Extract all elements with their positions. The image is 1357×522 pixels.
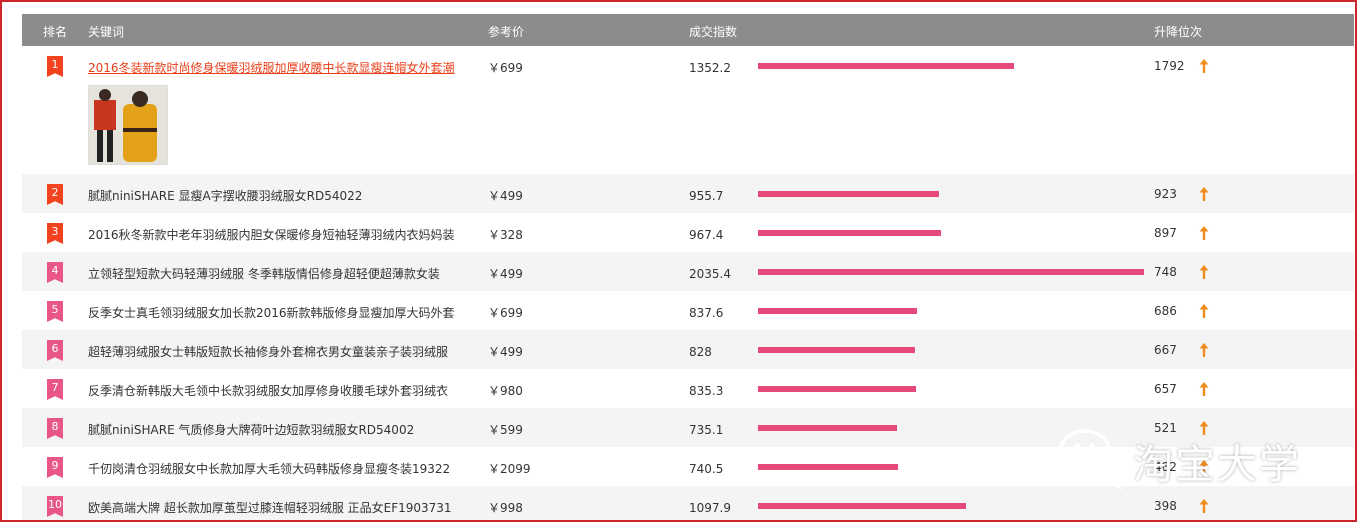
rank-change-value: 686 [1154, 304, 1177, 318]
rank-change-value: 398 [1154, 499, 1177, 513]
rank-badge: 3 [47, 223, 63, 244]
arrow-up-icon [1199, 382, 1209, 396]
price-value: ￥699 [488, 306, 523, 320]
price-value: ￥499 [488, 189, 523, 203]
deal-index-value: 740.5 [689, 462, 724, 476]
price-value: ￥499 [488, 267, 523, 281]
price-value: ￥998 [488, 501, 523, 515]
table-row: 7 反季清仓新韩版大毛领中长款羽绒服女加厚修身收腰毛球外套羽绒衣 ￥980 835.3… [22, 369, 1354, 408]
rank-change-value: 657 [1154, 382, 1177, 396]
keyword-link[interactable]: 超轻薄羽绒服女士韩版短款长袖修身外套棉衣男女童装亲子装羽绒服 [88, 343, 448, 360]
deal-index-bar [758, 63, 1014, 69]
table-row: 2 腻腻niniSHARE 显瘦A字摆收腰羽绒服女RD54022 ￥499 955.7… [22, 174, 1354, 213]
deal-index-bar [758, 386, 916, 392]
deal-index-value: 967.4 [689, 228, 724, 242]
deal-index-bar [758, 230, 941, 236]
keyword-link[interactable]: 腻腻niniSHARE 显瘦A字摆收腰羽绒服女RD54022 [88, 187, 362, 204]
table-row: 4 立领轻型短款大码轻薄羽绒服 冬季韩版情侣修身超轻便超薄款女装 ￥499 2035.… [22, 252, 1354, 291]
arrow-up-icon [1199, 304, 1209, 318]
header-deal-index: 成交指数 [689, 25, 738, 39]
price-value: ￥499 [488, 345, 523, 359]
arrow-up-icon [1199, 460, 1209, 474]
keyword-link[interactable]: 欧美高端大牌 超长款加厚茧型过膝连帽轻羽绒服 正品女EF1903731 [88, 499, 452, 516]
rank-badge: 6 [47, 340, 63, 361]
deal-index-value: 735.1 [689, 423, 724, 437]
rank-badge: 2 [47, 184, 63, 205]
keyword-link[interactable]: 立领轻型短款大码轻薄羽绒服 冬季韩版情侣修身超轻便超薄款女装 [88, 265, 440, 282]
rank-badge: 7 [47, 379, 63, 400]
table-row: 6 超轻薄羽绒服女士韩版短款长袖修身外套棉衣男女童装亲子装羽绒服 ￥499 828 66… [22, 330, 1354, 369]
table-body: 1 2016冬装新款时尚修身保暖羽绒服加厚收腰中长款显瘦连帽女外套潮 ￥699 135… [22, 46, 1354, 520]
table-header: 排名 关键词 参考价 成交指数 升降位次 [22, 14, 1354, 46]
deal-index-value: 837.6 [689, 306, 724, 320]
table-row: 8 腻腻niniSHARE 气质修身大牌荷叶边短款羽绒服女RD54002 ￥599 7… [22, 408, 1354, 447]
product-thumbnail[interactable] [88, 85, 168, 165]
deal-index-bar [758, 425, 897, 431]
deal-index-bar [758, 503, 966, 509]
rank-change-value: 748 [1154, 265, 1177, 279]
ranking-table: 排名 关键词 参考价 成交指数 升降位次 1 2016冬装新款时尚修身保暖羽绒服加… [22, 14, 1354, 520]
price-value: ￥980 [488, 384, 523, 398]
table-row: 1 2016冬装新款时尚修身保暖羽绒服加厚收腰中长款显瘦连帽女外套潮 ￥699 135… [22, 46, 1354, 174]
price-value: ￥699 [488, 61, 523, 75]
deal-index-bar [758, 347, 915, 353]
deal-index-value: 1352.2 [689, 61, 731, 75]
keyword-link[interactable]: 2016冬装新款时尚修身保暖羽绒服加厚收腰中长款显瘦连帽女外套潮 [88, 59, 455, 76]
header-keyword: 关键词 [88, 25, 125, 39]
keyword-link[interactable]: 千仞岗清仓羽绒服女中长款加厚大毛领大码韩版修身显瘦冬装19322 [88, 460, 450, 477]
deal-index-value: 1097.9 [689, 501, 731, 515]
rank-badge: 5 [47, 301, 63, 322]
deal-index-value: 2035.4 [689, 267, 731, 281]
rank-badge: 8 [47, 418, 63, 439]
table-row: 5 反季女士真毛领羽绒服女加长款2016新款韩版修身显瘦加厚大码外套 ￥699 837… [22, 291, 1354, 330]
price-value: ￥328 [488, 228, 523, 242]
table-row: 3 2016秋冬新款中老年羽绒服内胆女保暖修身短袖轻薄羽绒内衣妈妈装 ￥328 967… [22, 213, 1354, 252]
deal-index-value: 828 [689, 345, 712, 359]
deal-index-bar [758, 269, 1144, 275]
arrow-up-icon [1199, 421, 1209, 435]
deal-index-bar [758, 308, 917, 314]
rank-badge: 4 [47, 262, 63, 283]
arrow-up-icon [1199, 187, 1209, 201]
table-row: 9 千仞岗清仓羽绒服女中长款加厚大毛领大码韩版修身显瘦冬装19322 ￥2099 74… [22, 447, 1354, 486]
arrow-up-icon [1199, 226, 1209, 240]
rank-badge: 9 [47, 457, 63, 478]
arrow-up-icon [1199, 499, 1209, 513]
deal-index-bar [758, 464, 898, 470]
arrow-up-icon [1199, 265, 1209, 279]
price-value: ￥599 [488, 423, 523, 437]
rank-change-value: 897 [1154, 226, 1177, 240]
arrow-up-icon [1199, 59, 1209, 73]
keyword-link[interactable]: 反季清仓新韩版大毛领中长款羽绒服女加厚修身收腰毛球外套羽绒衣 [88, 382, 448, 399]
rank-change-value: 521 [1154, 421, 1177, 435]
header-price: 参考价 [488, 25, 525, 39]
rank-change-value: 667 [1154, 343, 1177, 357]
rank-change-value: 923 [1154, 187, 1177, 201]
deal-index-value: 955.7 [689, 189, 724, 203]
deal-index-value: 835.3 [689, 384, 724, 398]
rank-change-value: 482 [1154, 460, 1177, 474]
header-rank: 排名 [43, 25, 68, 39]
rank-badge: 10 [47, 496, 63, 517]
keyword-link[interactable]: 2016秋冬新款中老年羽绒服内胆女保暖修身短袖轻薄羽绒内衣妈妈装 [88, 226, 455, 243]
table-row: 10 欧美高端大牌 超长款加厚茧型过膝连帽轻羽绒服 正品女EF1903731 ￥99… [22, 486, 1354, 520]
ranking-panel: 排名 关键词 参考价 成交指数 升降位次 1 2016冬装新款时尚修身保暖羽绒服加… [0, 0, 1357, 522]
price-value: ￥2099 [488, 462, 531, 476]
header-change: 升降位次 [1154, 25, 1203, 39]
rank-badge: 1 [47, 56, 63, 77]
keyword-link[interactable]: 反季女士真毛领羽绒服女加长款2016新款韩版修身显瘦加厚大码外套 [88, 304, 455, 321]
keyword-link[interactable]: 腻腻niniSHARE 气质修身大牌荷叶边短款羽绒服女RD54002 [88, 421, 414, 438]
arrow-up-icon [1199, 343, 1209, 357]
rank-change-value: 1792 [1154, 59, 1185, 73]
deal-index-bar [758, 191, 939, 197]
